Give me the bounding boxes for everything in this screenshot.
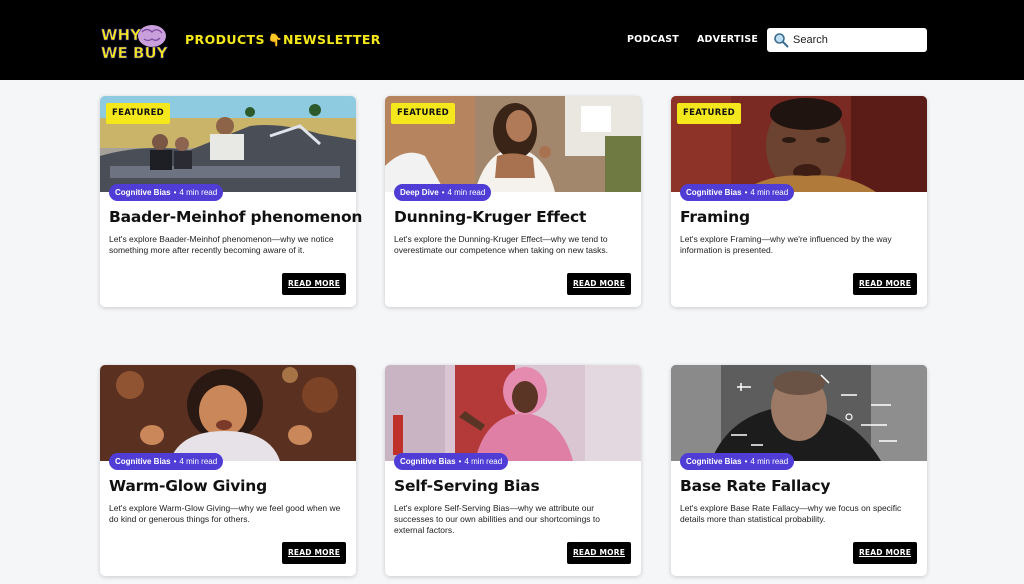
read-more-button[interactable]: READ MORE xyxy=(853,542,917,564)
read-more-button[interactable]: READ MORE xyxy=(282,273,346,295)
nav-products[interactable]: PRODUCTS 👇 xyxy=(185,32,283,48)
nav-products-label: PRODUCTS xyxy=(185,32,265,47)
read-more-button[interactable]: READ MORE xyxy=(567,542,631,564)
article-image[interactable]: FEATURED xyxy=(671,96,927,192)
why-we-buy-logo[interactable]: WHY WE BUY xyxy=(100,22,172,62)
nav-advertise[interactable]: ADVERTISE xyxy=(697,34,758,46)
article-card-self-serving[interactable]: Cognitive Bias • 4 min read Self-Serving B… xyxy=(385,365,641,576)
read-time: 4 min read xyxy=(179,457,218,466)
read-time: 4 min read xyxy=(464,457,503,466)
article-image[interactable]: FEATURED xyxy=(385,96,641,192)
svg-text:WE BUY: WE BUY xyxy=(101,44,169,62)
category-tag: Cognitive Bias • 4 min read xyxy=(109,184,224,201)
article-image[interactable] xyxy=(385,365,641,461)
search-icon xyxy=(774,33,789,48)
read-more-button[interactable]: READ MORE xyxy=(282,542,346,564)
nav-newsletter[interactable]: NEWSLETTER xyxy=(283,32,381,48)
category-label: Deep Dive xyxy=(400,188,439,197)
article-image[interactable] xyxy=(100,365,356,461)
card-title[interactable]: Warm-Glow Giving xyxy=(109,476,267,496)
card-description: Let's explore Base Rate Fallacy—why we f… xyxy=(680,503,902,524)
read-more-button[interactable]: READ MORE xyxy=(567,273,631,295)
article-image[interactable] xyxy=(671,365,927,461)
featured-badge: FEATURED xyxy=(391,103,456,124)
card-description: Let's explore the Dunning-Kruger Effect—… xyxy=(394,234,609,255)
card-title[interactable]: Self-Serving Bias xyxy=(394,476,540,496)
article-card-framing[interactable]: FEATURED Cognitive Bias • 4 min read Frami… xyxy=(671,96,927,307)
site-header: WHY WE BUY PRODUCTS 👇 NEWSLETTER PODCAST … xyxy=(0,0,1024,80)
search-box[interactable] xyxy=(767,28,927,52)
card-title[interactable]: Framing xyxy=(680,207,750,227)
brain-logo-icon: WHY WE BUY xyxy=(101,25,169,62)
card-description: Let's explore Baader-Meinhof phenomenon—… xyxy=(109,234,334,255)
search-input[interactable] xyxy=(793,30,918,50)
category-tag: Cognitive Bias • 4 min read xyxy=(680,184,795,201)
svg-text:WHY: WHY xyxy=(101,26,142,44)
read-time: 4 min read xyxy=(750,457,789,466)
category-label: Cognitive Bias xyxy=(686,188,742,197)
tag-separator: • xyxy=(458,457,462,466)
article-card-dunning-kruger[interactable]: FEATURED Deep Dive • 4 min read Dunning-Kr… xyxy=(385,96,641,307)
tag-separator: • xyxy=(441,188,445,197)
article-card-warm-glow[interactable]: Cognitive Bias • 4 min read Warm-Glow Givi… xyxy=(100,365,356,576)
featured-badge: FEATURED xyxy=(106,103,171,124)
category-label: Cognitive Bias xyxy=(400,457,456,466)
category-tag: Cognitive Bias • 4 min read xyxy=(109,453,224,470)
card-description: Let's explore Self-Serving Bias—why we a… xyxy=(394,503,600,535)
category-tag: Cognitive Bias • 4 min read xyxy=(680,453,795,470)
read-more-button[interactable]: READ MORE xyxy=(853,273,917,295)
article-card-baader-meinhof[interactable]: FEATURED Cognitive Bias • 4 min read Baade… xyxy=(100,96,362,307)
card-description: Let's explore Framing—why we're influenc… xyxy=(680,234,892,255)
read-time: 4 min read xyxy=(447,188,486,197)
pointing-down-icon: 👇 xyxy=(267,33,284,47)
category-label: Cognitive Bias xyxy=(115,457,171,466)
article-card-base-rate[interactable]: Cognitive Bias • 4 min read Base Rate Fall… xyxy=(671,365,927,576)
read-time: 4 min read xyxy=(179,188,218,197)
category-tag: Deep Dive • 4 min read xyxy=(394,184,492,201)
category-label: Cognitive Bias xyxy=(686,457,742,466)
category-label: Cognitive Bias xyxy=(115,188,171,197)
card-title[interactable]: Baader-Meinhof phenomenon xyxy=(109,207,362,227)
card-title[interactable]: Dunning-Kruger Effect xyxy=(394,207,586,227)
card-description: Let's explore Warm-Glow Giving—why we fe… xyxy=(109,503,341,524)
nav-podcast[interactable]: PODCAST xyxy=(627,34,679,46)
read-time: 4 min read xyxy=(750,188,789,197)
tag-separator: • xyxy=(744,188,748,197)
card-title[interactable]: Base Rate Fallacy xyxy=(680,476,830,496)
article-image[interactable]: FEATURED xyxy=(100,96,356,192)
tag-separator: • xyxy=(173,457,177,466)
tag-separator: • xyxy=(173,188,177,197)
tag-separator: • xyxy=(744,457,748,466)
featured-badge: FEATURED xyxy=(677,103,742,124)
category-tag: Cognitive Bias • 4 min read xyxy=(394,453,509,470)
